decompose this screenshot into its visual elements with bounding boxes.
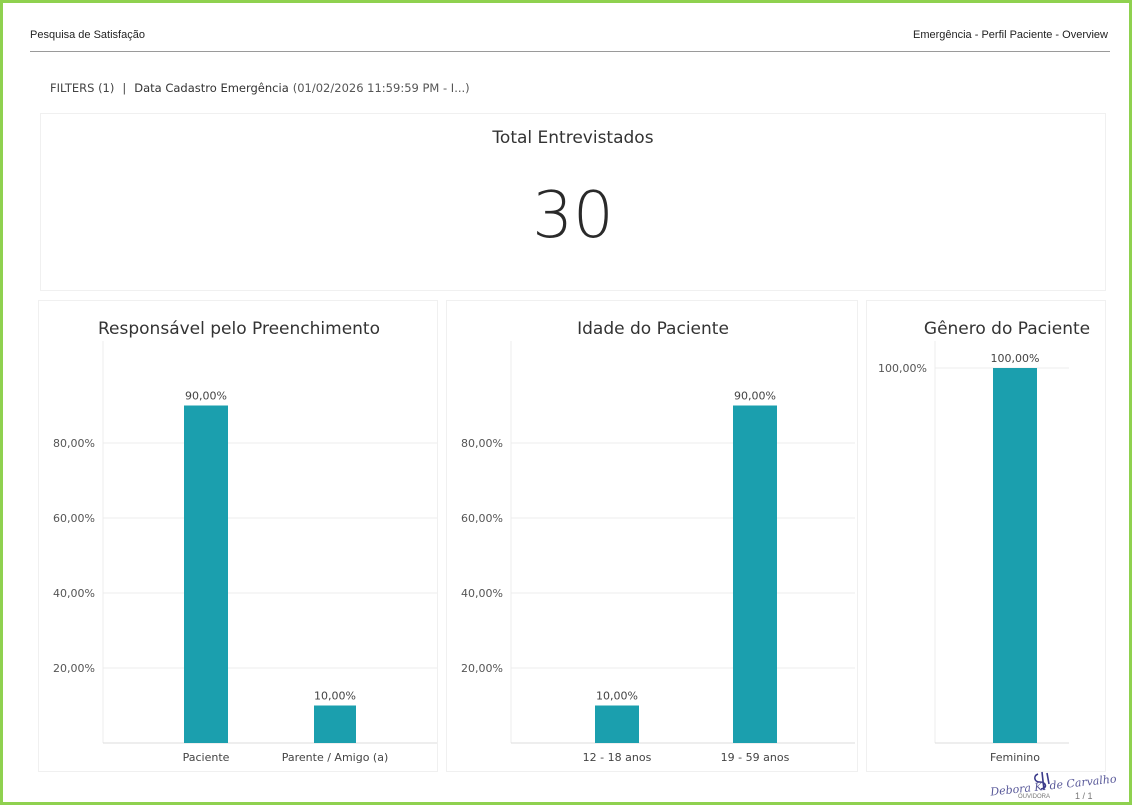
y-tick-label-responsavel-2: 60,00% xyxy=(53,512,95,525)
chart-title-genero: Gênero do Paciente xyxy=(924,319,1090,339)
y-tick-label-idade-3: 80,00% xyxy=(461,437,503,450)
y-tick-label-responsavel-1: 40,00% xyxy=(53,587,95,600)
header-divider xyxy=(30,51,1110,52)
chart-panel-genero: Gênero do Paciente 100,00% 100,00% Feminino xyxy=(866,300,1106,772)
chart-title-responsavel: Responsável pelo Preenchimento xyxy=(98,319,380,339)
filters-count[interactable]: FILTERS (1) xyxy=(50,81,114,95)
page-number: 1 / 1 xyxy=(1075,791,1093,801)
bar-responsavel-1 xyxy=(314,705,356,743)
category-label-genero-0: Feminino xyxy=(990,751,1040,764)
chart-idade: Idade do Paciente 20,00% 40,00% 60,00% 80,00… xyxy=(461,319,855,764)
report-title: Pesquisa de Satisfação xyxy=(30,29,145,41)
signature-role: OUVIDORA xyxy=(1018,794,1051,800)
category-label-responsavel-0: Paciente xyxy=(183,751,230,764)
y-tick-label-genero-0: 100,00% xyxy=(878,362,927,375)
chart-genero: Gênero do Paciente 100,00% 100,00% Feminino xyxy=(878,319,1090,764)
y-tick-label-idade-1: 40,00% xyxy=(461,587,503,600)
y-tick-label-idade-0: 20,00% xyxy=(461,662,503,675)
data-label-idade-0: 10,00% xyxy=(596,690,638,703)
category-label-idade-0: 12 - 18 anos xyxy=(583,751,652,764)
data-label-genero-0: 100,00% xyxy=(991,352,1040,365)
report-breadcrumb: Emergência - Perfil Paciente - Overview xyxy=(912,29,1108,41)
category-label-idade-1: 19 - 59 anos xyxy=(721,751,790,764)
filter-value: (01/02/2026 11:59:59 PM - I...) xyxy=(292,81,470,95)
chart-panel-idade: Idade do Paciente 20,00% 40,00% 60,00% 80,00… xyxy=(446,300,858,772)
kpi-card: Total Entrevistados 30 xyxy=(40,113,1106,291)
category-label-responsavel-1: Parente / Amigo (a) xyxy=(282,751,389,764)
y-tick-label-responsavel-3: 80,00% xyxy=(53,437,95,450)
data-label-idade-1: 90,00% xyxy=(734,390,776,403)
filter-bar[interactable]: FILTERS (1) | Data Cadastro Emergência (01/… xyxy=(50,81,470,95)
filter-name: Data Cadastro Emergência xyxy=(134,81,289,95)
bar-genero-0 xyxy=(993,368,1037,743)
y-tick-label-idade-2: 60,00% xyxy=(461,512,503,525)
data-label-responsavel-1: 10,00% xyxy=(314,690,356,703)
bar-responsavel-0 xyxy=(184,405,228,743)
bar-idade-0 xyxy=(595,705,639,743)
y-tick-label-responsavel-0: 20,00% xyxy=(53,662,95,675)
kpi-value: 30 xyxy=(532,179,614,253)
filters-separator: | xyxy=(122,81,127,95)
chart-responsavel: Responsável pelo Preenchimento 20,00% 40,0… xyxy=(53,319,437,764)
chart-title-idade: Idade do Paciente xyxy=(577,319,729,339)
bar-idade-1 xyxy=(733,405,777,743)
data-label-responsavel-0: 90,00% xyxy=(185,390,227,403)
kpi-title: Total Entrevistados xyxy=(492,128,654,148)
chart-panel-responsavel: Responsável pelo Preenchimento 20,00% 40,0… xyxy=(38,300,438,772)
